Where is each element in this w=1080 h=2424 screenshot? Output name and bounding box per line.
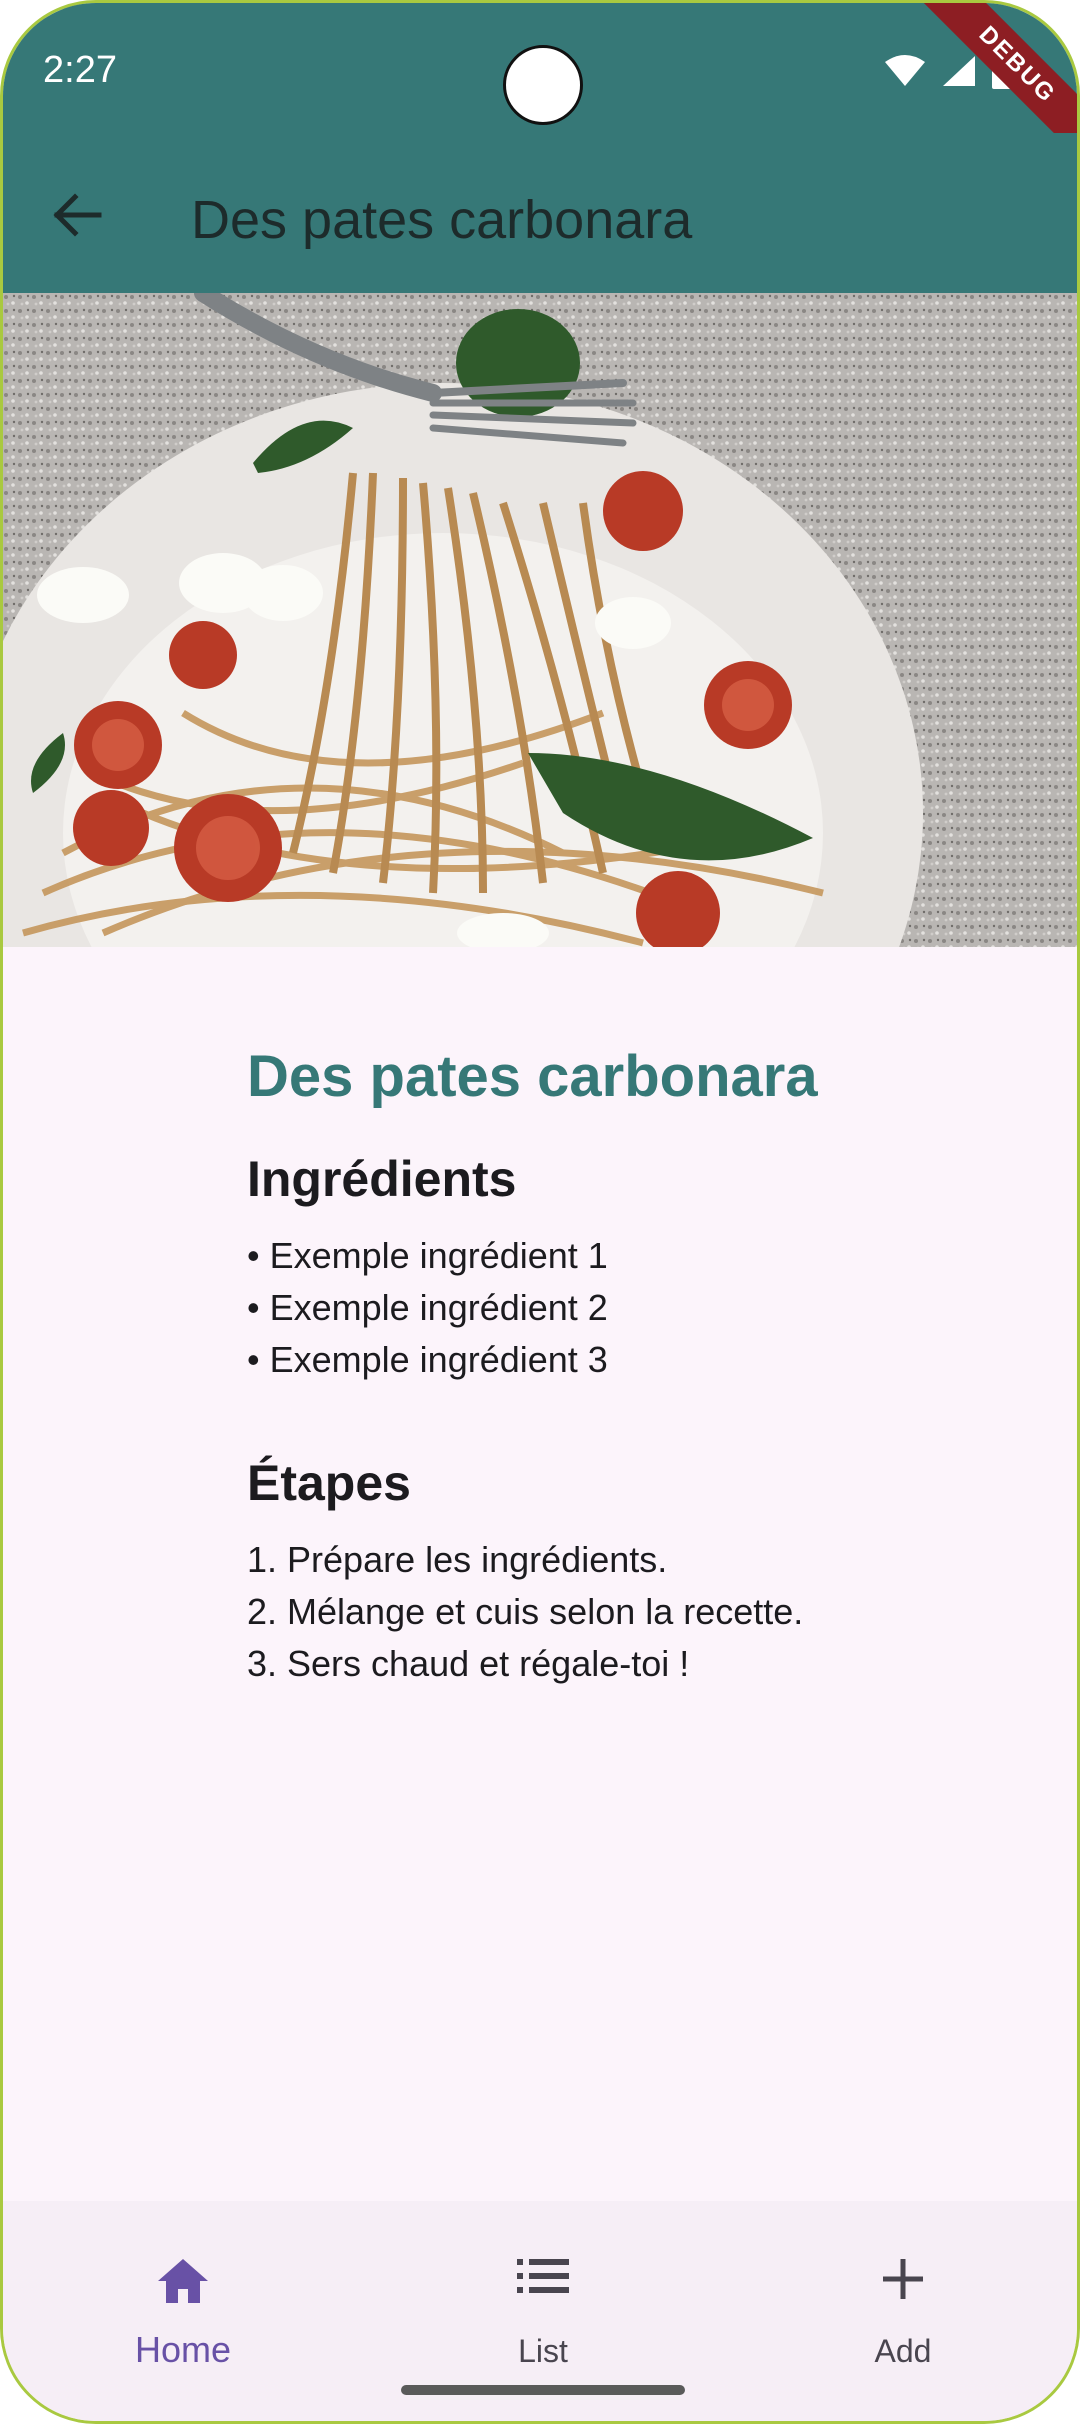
status-time: 2:27 — [43, 49, 117, 91]
steps-heading: Étapes — [247, 1455, 411, 1511]
recipe-photo — [3, 293, 1077, 947]
recipe-title: Des pates carbonara — [247, 1044, 818, 1109]
ingredient-item: • Exemple ingrédient 1 — [247, 1235, 608, 1276]
nav-item-list[interactable]: List — [433, 2201, 653, 2381]
step-item: 2. Mélange et cuis selon la recette. — [247, 1591, 804, 1632]
ingredients-list: • Exemple ingrédient 1 • Exemple ingrédi… — [247, 1230, 1047, 1386]
nav-label-add: Add — [874, 2333, 932, 2369]
list-icon — [517, 2259, 569, 2293]
step-item: 1. Prépare les ingrédients. — [247, 1539, 668, 1580]
ingredient-item: • Exemple ingrédient 3 — [247, 1339, 608, 1380]
gesture-handle[interactable] — [401, 2385, 685, 2395]
nav-item-add[interactable]: Add — [793, 2201, 1013, 2381]
ingredients-heading: Ingrédients — [247, 1151, 517, 1207]
nav-item-home[interactable]: Home — [73, 2201, 293, 2381]
nav-label-list: List — [518, 2333, 568, 2369]
app-bar-title: Des pates carbonara — [191, 190, 693, 250]
ingredient-item: • Exemple ingrédient 2 — [247, 1287, 608, 1328]
bottom-navigation: Home List Add — [3, 2201, 1077, 2421]
steps-list: 1. Prépare les ingrédients. 2. Mélange e… — [247, 1534, 1047, 1690]
nav-label-home: Home — [134, 2329, 232, 2370]
recipe-details: Des pates carbonara Ingrédients • Exempl… — [247, 1043, 1047, 1690]
camera-cutout — [503, 45, 583, 125]
wifi-icon — [885, 55, 925, 86]
signal-icon — [943, 56, 975, 86]
add-icon — [883, 2259, 923, 2299]
phone-screen: 2:27 DEBUG Des pates carbonara Des pates… — [0, 0, 1080, 2424]
status-bar: 2:27 DEBUG — [3, 3, 1077, 173]
step-item: 3. Sers chaud et régale-toi ! — [247, 1643, 690, 1684]
back-arrow-icon[interactable] — [47, 185, 107, 245]
home-icon — [158, 2259, 208, 2303]
app-bar: Des pates carbonara — [3, 133, 1077, 293]
